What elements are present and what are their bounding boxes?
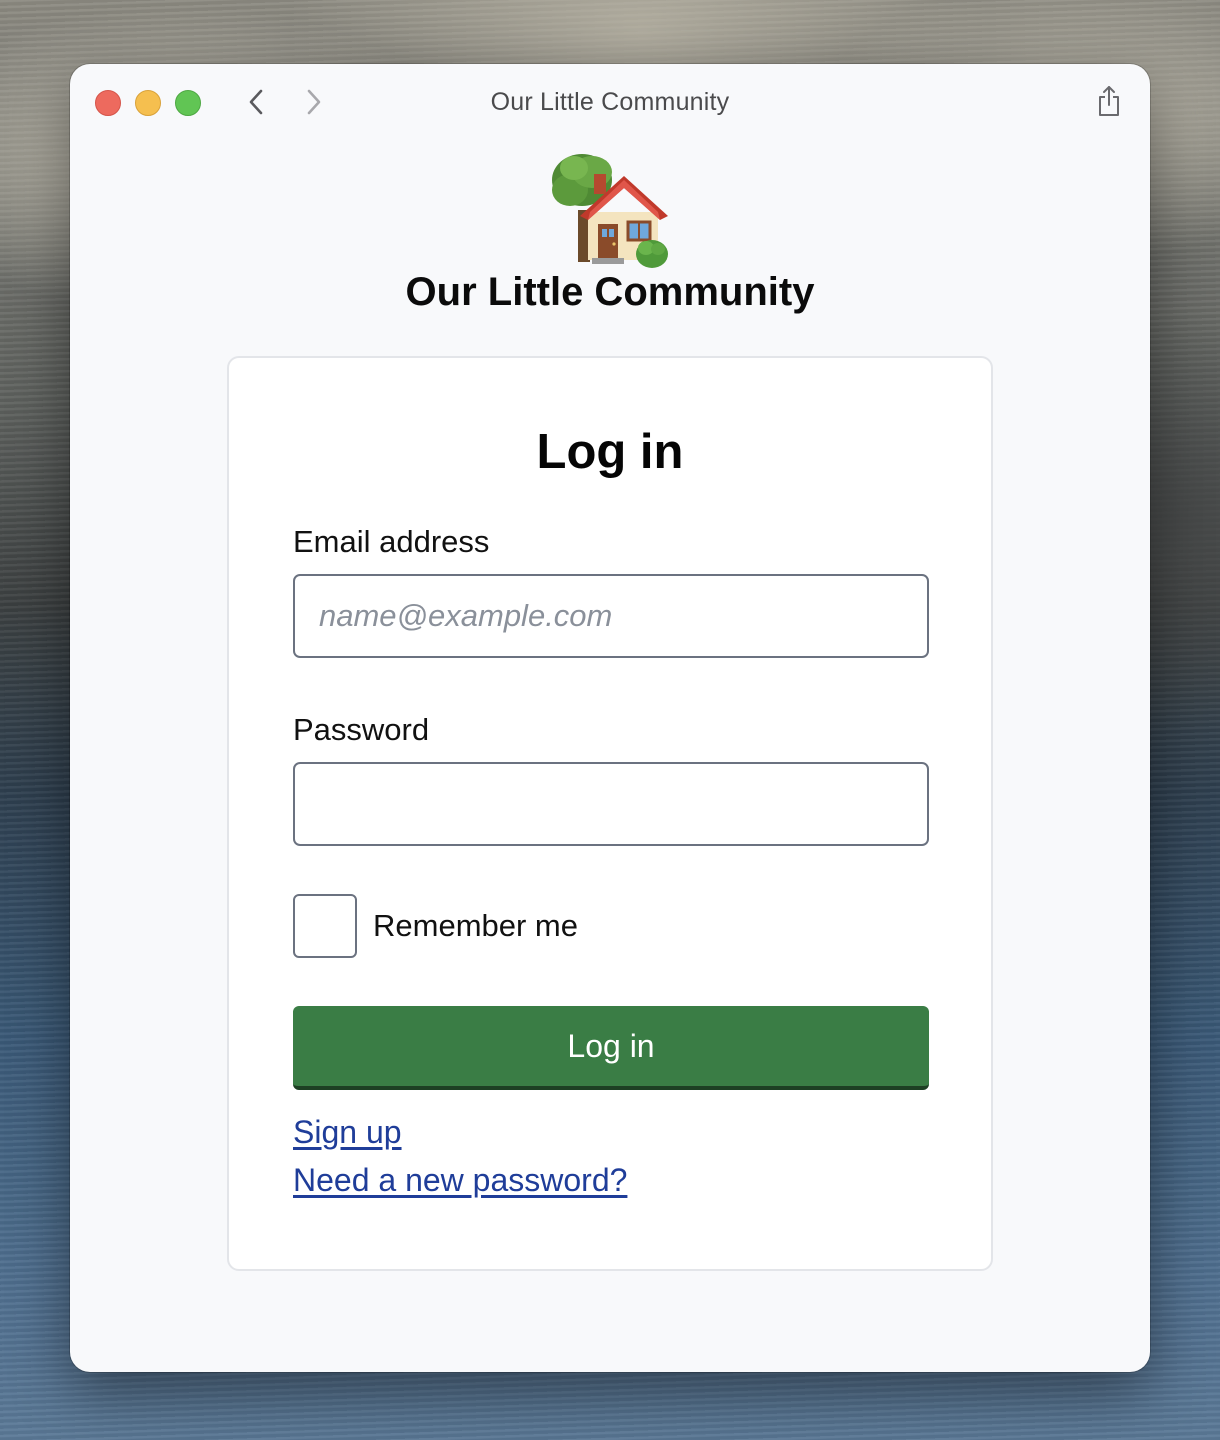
- email-label: Email address: [293, 524, 490, 559]
- remember-me-label[interactable]: Remember me: [373, 908, 578, 944]
- email-input[interactable]: [293, 574, 929, 658]
- titlebar: Our Little Community: [70, 64, 1150, 140]
- remember-me-row: Remember me: [293, 894, 578, 958]
- password-label: Password: [293, 712, 430, 747]
- window-title: Our Little Community: [490, 88, 730, 116]
- share-icon: [1099, 86, 1119, 116]
- site-title: Our Little Community: [405, 270, 815, 314]
- login-button[interactable]: Log in: [293, 1006, 929, 1090]
- share-button[interactable]: [1092, 82, 1126, 120]
- house-with-garden-icon: [552, 154, 668, 268]
- login-card: Log in Email address Password Remember m…: [227, 356, 993, 1271]
- login-heading: Log in: [536, 425, 684, 479]
- reset-password-link[interactable]: Need a new password?: [293, 1162, 627, 1199]
- password-input[interactable]: [293, 762, 929, 846]
- remember-me-checkbox[interactable]: [293, 894, 357, 958]
- sign-up-link[interactable]: Sign up: [293, 1114, 402, 1151]
- browser-window: Our Little Community Our Little Communit…: [70, 64, 1150, 1372]
